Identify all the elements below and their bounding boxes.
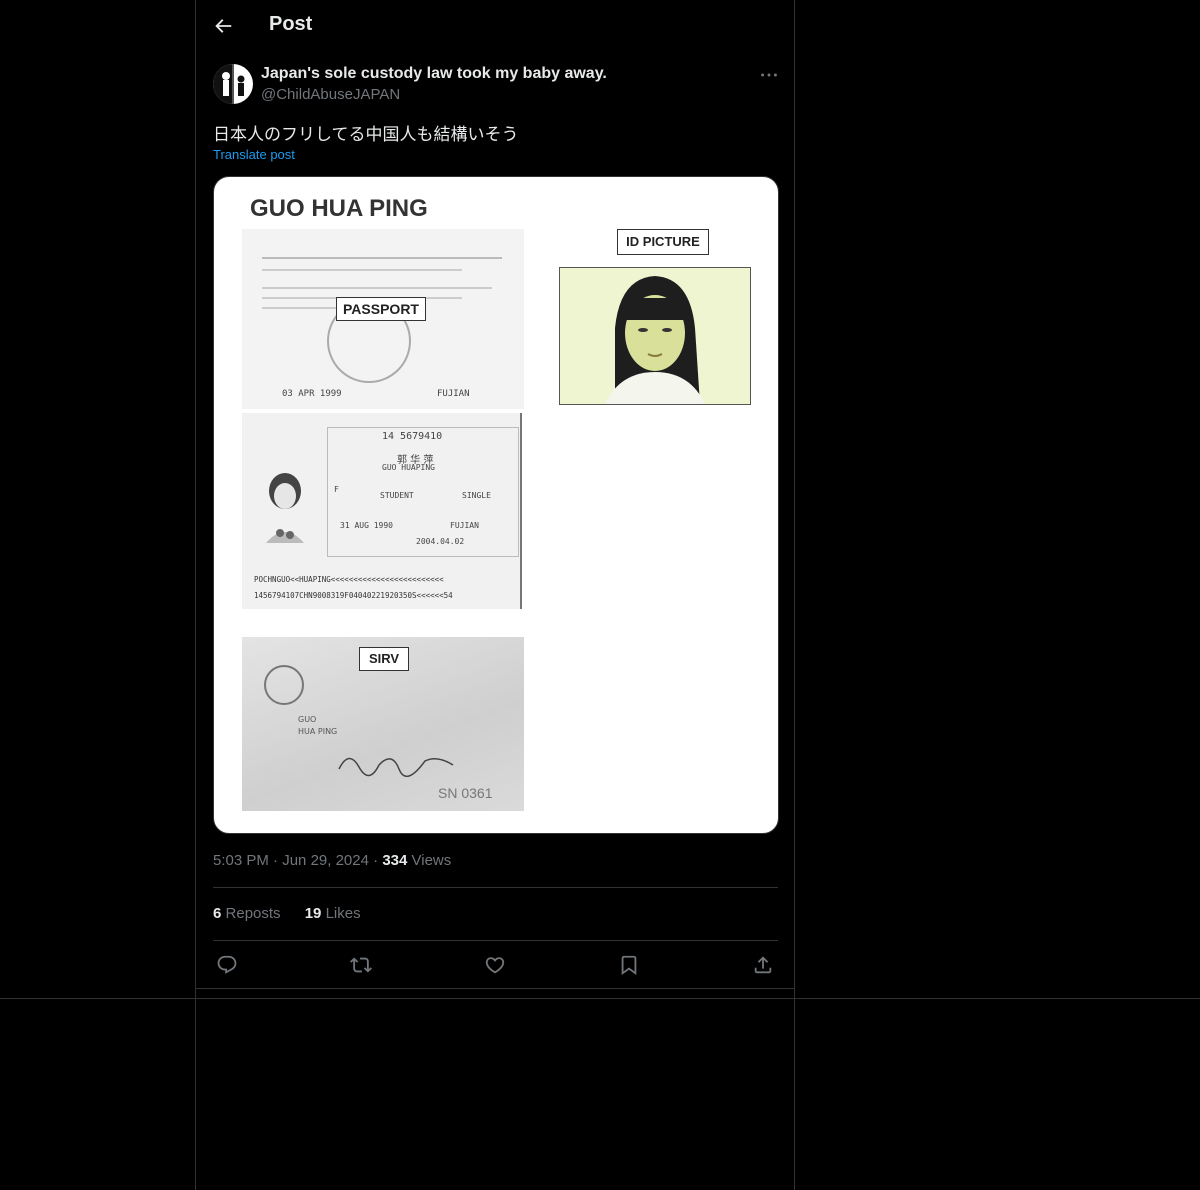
sirv-serial: SN 0361 — [438, 785, 493, 801]
share-icon[interactable] — [752, 954, 776, 978]
divider — [213, 887, 778, 888]
reposts-stat[interactable]: 6 Reposts — [213, 905, 281, 922]
author-display-name[interactable]: Japan's sole custody law took my baby aw… — [261, 65, 607, 83]
page-title: Post — [269, 13, 313, 35]
passport-photo — [256, 463, 314, 553]
sirv-surname: GUO — [298, 715, 317, 724]
author-handle[interactable]: @ChildAbuseJAPAN — [261, 86, 400, 103]
post-meta: 5:03 PM · Jun 29, 2024 · 334 Views — [213, 852, 451, 869]
post-time[interactable]: 5:03 PM — [213, 852, 269, 869]
post-date[interactable]: Jun 29, 2024 — [282, 852, 369, 869]
more-icon[interactable] — [758, 64, 780, 86]
post-media-image[interactable]: GUO HUA PING 03 APR 1999 FUJIAN PASSPORT… — [213, 176, 779, 834]
passport-number: 14 5679410 — [382, 431, 443, 442]
meta-separator: · — [373, 852, 383, 869]
passport-name-en: GUO HUAPING — [382, 463, 435, 472]
post-text: 日本人のフリしてる中国人も結構いそう — [213, 125, 519, 145]
views-label: Views — [411, 852, 452, 869]
divider — [213, 940, 778, 941]
passport-mrz-line-2: 1456794107CHN9008319F04040221920350S<<<<… — [254, 591, 453, 600]
avatar[interactable] — [213, 64, 253, 104]
issue-date: 03 APR 1999 — [282, 389, 342, 399]
id-photo — [559, 267, 751, 405]
reposts-label: Reposts — [225, 905, 281, 922]
like-icon[interactable] — [484, 954, 508, 978]
views-count: 334 — [382, 852, 408, 869]
passport-data-page: 14 5679410 郭 华 萍 GUO HUAPING F STUDENT S… — [242, 413, 522, 609]
sirv-signature — [337, 747, 457, 777]
reply-icon[interactable] — [216, 954, 240, 978]
sirv-label: SIRV — [359, 647, 409, 671]
id-picture-label: ID PICTURE — [617, 229, 709, 255]
repost-icon[interactable] — [350, 954, 374, 978]
passport-occupation: STUDENT — [380, 491, 414, 500]
passport-sex: F — [334, 485, 339, 494]
passport-dob: 31 AUG 1990 — [340, 521, 393, 530]
post-header: Post — [196, 0, 794, 53]
sirv-seal — [264, 665, 304, 705]
reposts-count: 6 — [213, 905, 222, 922]
translate-post-link[interactable]: Translate post — [213, 147, 295, 162]
likes-count: 19 — [304, 905, 322, 922]
main-column: Post Japan's sole custody law took my ba… — [195, 0, 795, 1190]
post-stats: 6 Reposts 19 Likes — [213, 905, 381, 922]
passport-label: PASSPORT — [336, 297, 426, 321]
passport-place: FUJIAN — [450, 521, 479, 530]
likes-label: Likes — [325, 905, 361, 922]
bookmark-icon[interactable] — [618, 954, 642, 978]
issue-place: FUJIAN — [437, 389, 470, 399]
likes-stat[interactable]: 19 Likes — [305, 905, 361, 922]
back-arrow-icon[interactable] — [212, 15, 234, 37]
sirv-given-name: HUA PING — [298, 727, 338, 736]
passport-mrz-line-1: POCHNGUO<<HUAPING<<<<<<<<<<<<<<<<<<<<<<<… — [254, 575, 444, 584]
passport-status: SINGLE — [462, 491, 491, 500]
passport-expiry: 2004.04.02 — [416, 537, 465, 546]
media-name-heading: GUO HUA PING — [250, 195, 428, 222]
meta-separator: · — [273, 852, 283, 869]
